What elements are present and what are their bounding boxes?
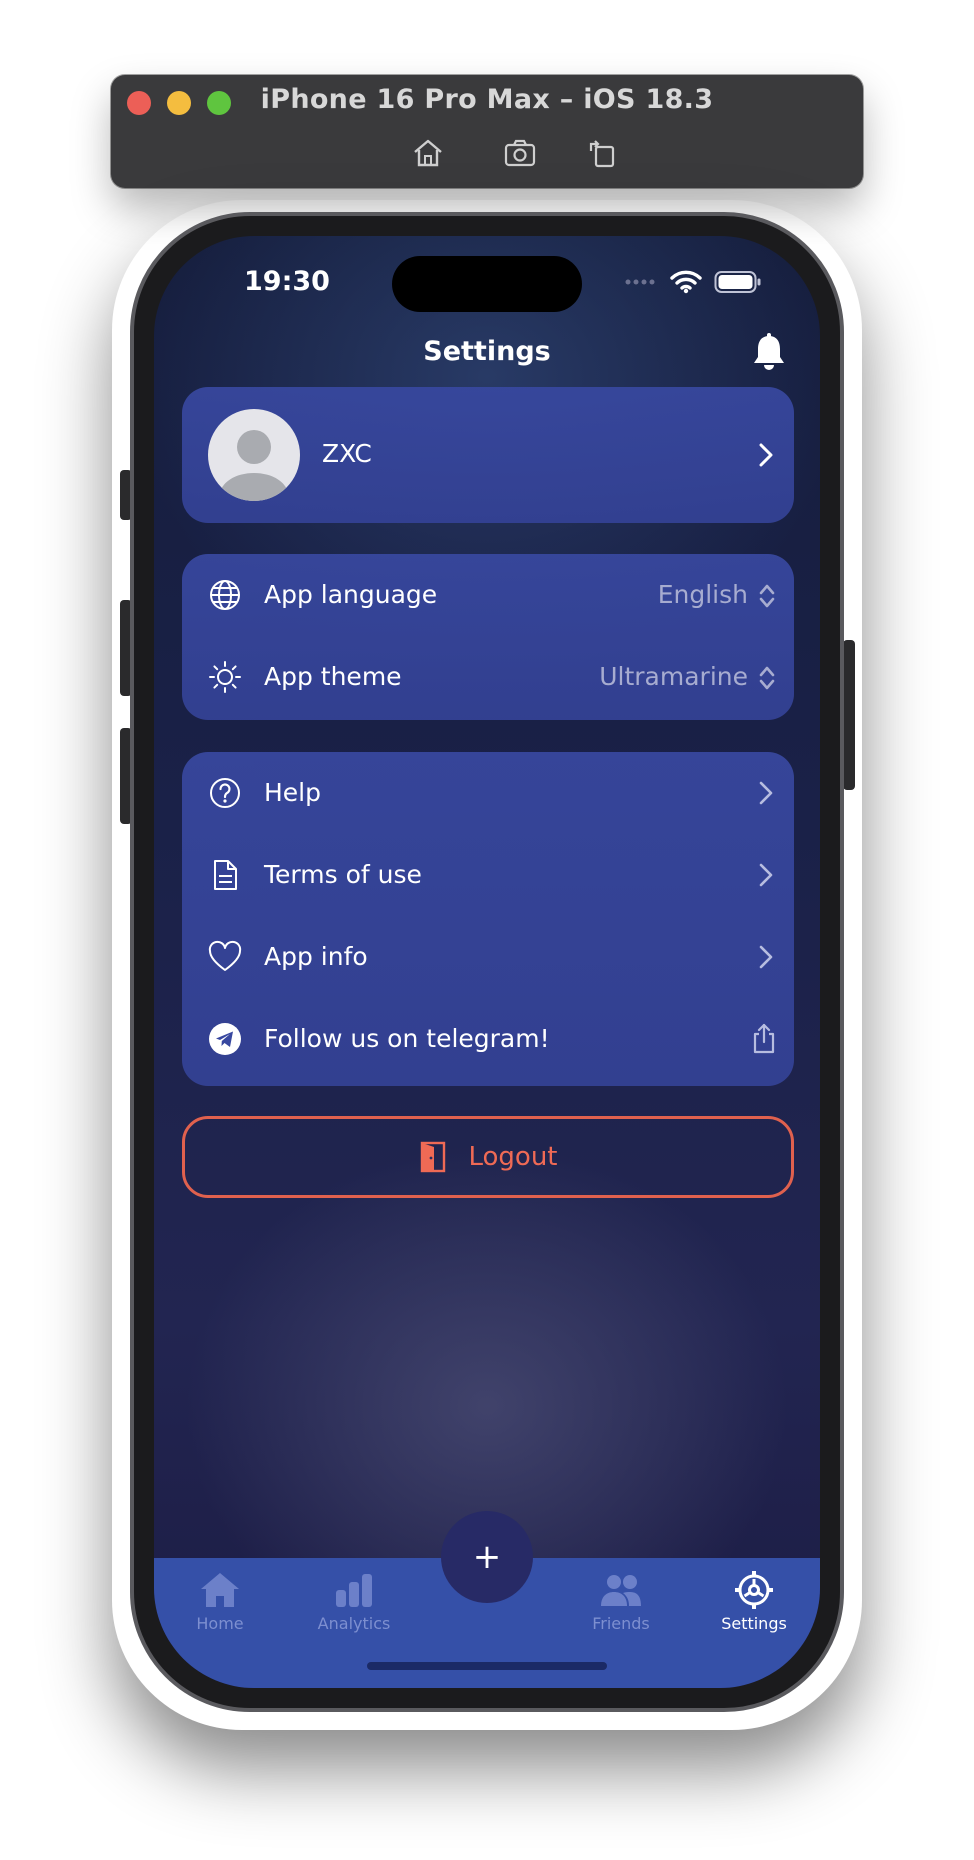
help-label: Help [264,778,321,807]
profile-card[interactable]: ZXC [182,387,794,523]
status-icons [624,270,762,294]
cellular-signal-icon [625,279,655,285]
tab-analytics[interactable]: Analytics [294,1570,414,1633]
terms-row[interactable]: Terms of use [182,834,794,916]
add-button[interactable]: + [441,1511,533,1603]
screenshot-icon [504,139,536,167]
chevron-up-down-icon [759,584,775,608]
globe-icon [210,580,240,610]
share-icon[interactable] [750,1022,778,1054]
avatar [208,409,300,501]
app-theme-label: App theme [264,662,402,691]
app-theme-value[interactable]: Ultramarine [599,662,748,691]
friends-icon [601,1575,641,1606]
home-indicator [367,1662,607,1670]
app-language-label: App language [264,580,438,609]
dynamic-island [392,256,582,312]
tab-settings[interactable]: Settings [694,1570,814,1633]
telegram-icon [209,1023,241,1055]
power-button [843,640,855,790]
chevron-right-icon [759,863,773,887]
rotate-icon [589,140,615,168]
avatar-placeholder-icon [220,430,288,501]
app-info-label: App info [264,942,368,971]
status-time: 19:30 [244,266,330,297]
heart-icon [208,940,242,971]
analytics-icon [336,1574,372,1607]
help-icon [210,778,240,808]
battery-icon [714,271,761,293]
app-language-value[interactable]: English [658,580,748,609]
home-icon [201,1573,239,1607]
help-row[interactable]: Help [182,752,794,834]
simulator-rotate-button[interactable] [584,135,620,171]
document-icon [214,860,237,890]
simulator-title: iPhone 16 Pro Max – iOS 18.3 [260,84,714,115]
app-info-row[interactable]: App info [182,916,794,998]
bell-icon[interactable] [750,332,788,372]
chevron-up-down-icon [759,666,775,690]
tab-friends[interactable]: Friends [561,1570,681,1633]
terms-label: Terms of use [264,860,422,889]
chevron-right-icon [759,781,773,805]
telegram-label: Follow us on telegram! [264,1024,550,1053]
app-language-row[interactable]: App language English [182,554,794,636]
logout-label: Logout [468,1142,558,1172]
profile-name: ZXC [322,439,372,468]
preferences-card: App language English App theme Ultramari… [182,554,794,720]
links-card: Help Terms of use App info Follow us on … [182,752,794,1086]
tab-friends-label: Friends [592,1614,650,1633]
door-icon [421,1141,446,1173]
sun-icon [209,661,241,693]
phone-screen: 19:30 Settings ZXC App language English … [154,236,820,1688]
tab-home-label: Home [196,1614,244,1633]
gear-icon [735,1571,773,1609]
tab-home[interactable]: Home [160,1570,280,1633]
wifi-icon [670,270,702,294]
page-title: Settings [423,336,551,367]
telegram-row[interactable]: Follow us on telegram! [182,998,794,1080]
tab-settings-label: Settings [721,1614,787,1633]
chevron-right-icon [759,945,773,969]
app-theme-row[interactable]: App theme Ultramarine [182,636,794,718]
logout-button[interactable]: Logout [182,1116,794,1198]
simulator-screenshot-button[interactable] [502,135,538,171]
simulator-home-button[interactable] [410,135,446,171]
tab-analytics-label: Analytics [317,1614,391,1633]
home-icon [414,139,442,167]
chevron-right-icon [759,443,773,467]
